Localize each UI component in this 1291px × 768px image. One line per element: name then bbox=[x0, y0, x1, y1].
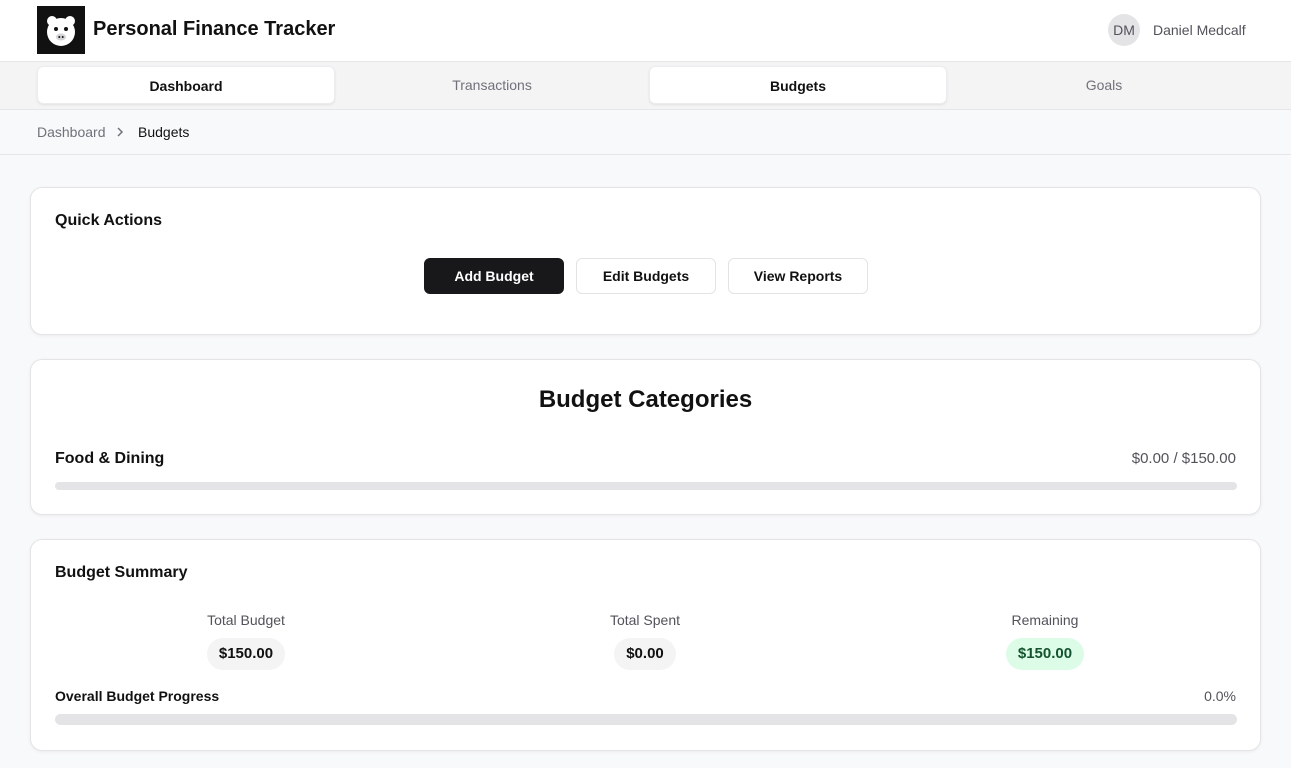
pig-logo-icon bbox=[37, 6, 85, 54]
total-budget-value: $150.00 bbox=[206, 638, 286, 670]
tab-transactions[interactable]: Transactions bbox=[343, 66, 641, 104]
app-header: Personal Finance Tracker DM Daniel Medca… bbox=[0, 0, 1291, 62]
total-spent-value: $0.00 bbox=[614, 638, 676, 670]
user-name[interactable]: Daniel Medcalf bbox=[1153, 22, 1246, 38]
overall-progress-label: Overall Budget Progress bbox=[55, 688, 220, 704]
total-spent-stat: Total Spent $0.00 bbox=[545, 612, 745, 670]
add-budget-button[interactable]: Add Budget bbox=[424, 258, 564, 294]
budget-summary-title: Budget Summary bbox=[55, 564, 188, 581]
tab-dashboard[interactable]: Dashboard bbox=[37, 66, 335, 104]
breadcrumb: Dashboard Budgets bbox=[0, 110, 1291, 155]
tab-goals[interactable]: Goals bbox=[955, 66, 1253, 104]
total-spent-label: Total Spent bbox=[609, 612, 681, 628]
overall-progress-bar bbox=[55, 714, 1237, 725]
tab-budgets[interactable]: Budgets bbox=[649, 66, 947, 104]
user-avatar[interactable]: DM bbox=[1108, 14, 1140, 46]
view-reports-button[interactable]: View Reports bbox=[728, 258, 868, 294]
category-name: Food & Dining bbox=[55, 450, 165, 467]
remaining-value: $150.00 bbox=[1005, 638, 1085, 670]
breadcrumb-link-dashboard[interactable]: Dashboard bbox=[37, 124, 106, 140]
remaining-label: Remaining bbox=[1011, 612, 1079, 628]
quick-actions-title: Quick Actions bbox=[55, 212, 162, 229]
category-amount: $0.00 / $150.00 bbox=[1131, 450, 1236, 467]
chevron-right-icon bbox=[115, 124, 125, 145]
budget-categories-card: Budget Categories Food & Dining $0.00 / … bbox=[30, 359, 1261, 515]
total-budget-stat: Total Budget $150.00 bbox=[146, 612, 346, 670]
category-progress-bar bbox=[55, 482, 1237, 490]
main-tabs: Dashboard Transactions Budgets Goals bbox=[35, 66, 1255, 106]
budget-summary-card: Budget Summary Total Budget $150.00 Tota… bbox=[30, 539, 1261, 751]
quick-actions-card: Quick Actions Add Budget Edit Budgets Vi… bbox=[30, 187, 1261, 335]
remaining-stat: Remaining $150.00 bbox=[945, 612, 1145, 670]
breadcrumb-current: Budgets bbox=[138, 124, 190, 140]
tabs-bar: Dashboard Transactions Budgets Goals bbox=[0, 62, 1291, 110]
overall-progress-percent: 0.0% bbox=[1204, 688, 1236, 704]
app-title: Personal Finance Tracker bbox=[93, 18, 336, 40]
budget-categories-title: Budget Categories bbox=[538, 386, 753, 413]
total-budget-label: Total Budget bbox=[207, 612, 285, 628]
edit-budgets-button[interactable]: Edit Budgets bbox=[576, 258, 716, 294]
